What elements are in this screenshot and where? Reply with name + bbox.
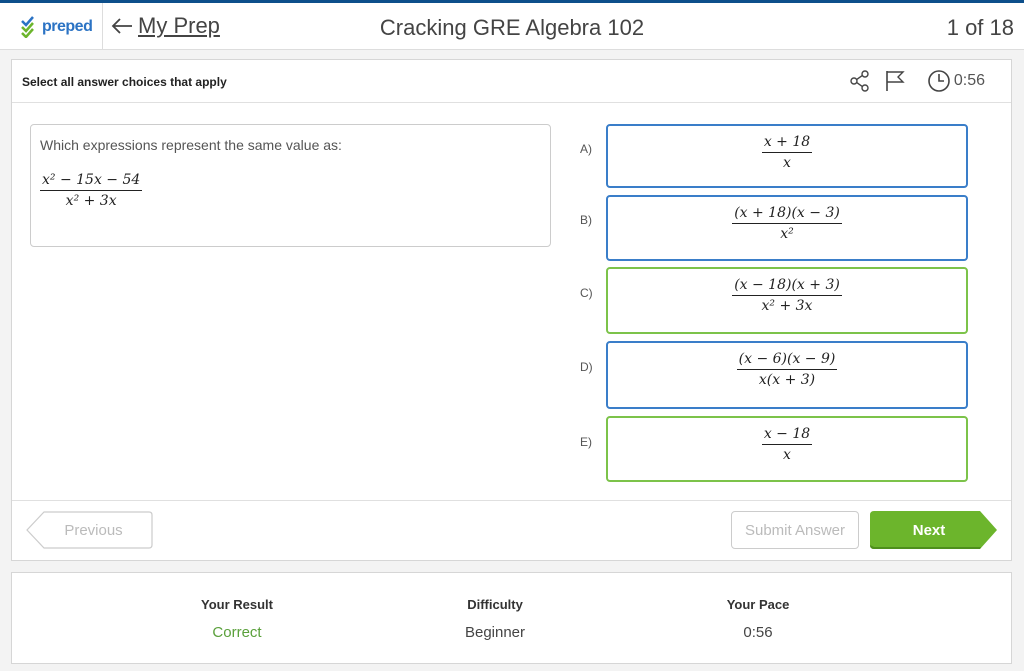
choice-numerator: (x − 6)(x − 9) [736, 351, 838, 370]
question-card: Select all answer choices that apply 0:5… [11, 59, 1012, 561]
your-result-stat: Your Result Correct [147, 597, 327, 641]
next-label: Next [912, 521, 946, 539]
share-button[interactable] [849, 70, 871, 92]
choice-numerator: x − 18 [761, 426, 813, 445]
share-icon [850, 70, 869, 92]
question-header: Select all answer choices that apply 0:5… [12, 60, 1011, 103]
clock-icon [928, 70, 950, 92]
choice-denominator: x(x + 3) [758, 372, 816, 388]
logo[interactable]: preped [0, 3, 103, 50]
back-label: My Prep [138, 13, 220, 38]
your-pace-label: Your Pace [726, 597, 790, 612]
choice-letter: A) [580, 142, 592, 156]
choice-denominator: x [783, 447, 791, 463]
timer-value: 0:56 [953, 72, 985, 89]
next-button[interactable]: Next [870, 511, 998, 549]
question-expression: x² − 15x − 54 x² + 3x [40, 172, 143, 209]
expression-denominator: x² + 3x [65, 193, 117, 209]
flag-button[interactable] [885, 70, 905, 92]
choice-d[interactable]: (x − 6)(x − 9) x(x + 3) [606, 341, 968, 409]
question-stem: Which expressions represent the same val… [30, 124, 551, 247]
arrow-left-icon [111, 18, 132, 34]
question-prompt: Which expressions represent the same val… [40, 137, 342, 153]
result-panel: Your Result Correct Difficulty Beginner … [11, 572, 1012, 664]
choice-denominator: x [783, 155, 791, 171]
checkmark-logo-icon [21, 15, 34, 38]
choice-numerator: x + 18 [761, 134, 813, 153]
previous-button[interactable]: Previous [26, 511, 153, 549]
choice-denominator: x² [780, 226, 794, 242]
your-pace-value: 0:56 [743, 624, 773, 641]
choice-e[interactable]: x − 18 x [606, 416, 968, 482]
question-tools: 0:56 [849, 69, 985, 93]
question-counter: 1 of 18 [946, 15, 1014, 40]
top-bar: preped My Prep Cracking GRE Algebra 102 … [0, 0, 1024, 50]
your-result-label: Your Result [201, 597, 273, 612]
instruction-text: Select all answer choices that apply [22, 75, 227, 89]
choice-letter: E) [580, 435, 592, 449]
question-footer: Previous Submit Answer Next [12, 500, 1011, 560]
previous-label: Previous [64, 521, 123, 539]
choice-numerator: (x + 18)(x − 3) [732, 205, 842, 224]
choice-letter: C) [580, 286, 593, 300]
choice-letter: D) [580, 360, 593, 374]
timer: 0:56 [927, 69, 985, 93]
choice-letter: B) [580, 213, 592, 227]
submit-answer-button[interactable]: Submit Answer [731, 511, 859, 549]
difficulty-label: Difficulty [467, 597, 523, 612]
choice-a[interactable]: x + 18 x [606, 124, 968, 188]
choice-numerator: (x − 18)(x + 3) [732, 277, 842, 296]
difficulty-stat: Difficulty Beginner [405, 597, 585, 641]
choice-denominator: x² + 3x [761, 298, 813, 314]
logo-text: preped [42, 17, 93, 35]
back-to-my-prep-link[interactable]: My Prep [110, 13, 220, 39]
your-pace-stat: Your Pace 0:56 [668, 597, 848, 641]
difficulty-value: Beginner [464, 624, 526, 641]
expression-numerator: x² − 15x − 54 [40, 172, 143, 191]
choice-c[interactable]: (x − 18)(x + 3) x² + 3x [606, 267, 968, 334]
your-result-value: Correct [212, 624, 262, 641]
choice-b[interactable]: (x + 18)(x − 3) x² [606, 195, 968, 261]
flag-icon [886, 71, 905, 91]
